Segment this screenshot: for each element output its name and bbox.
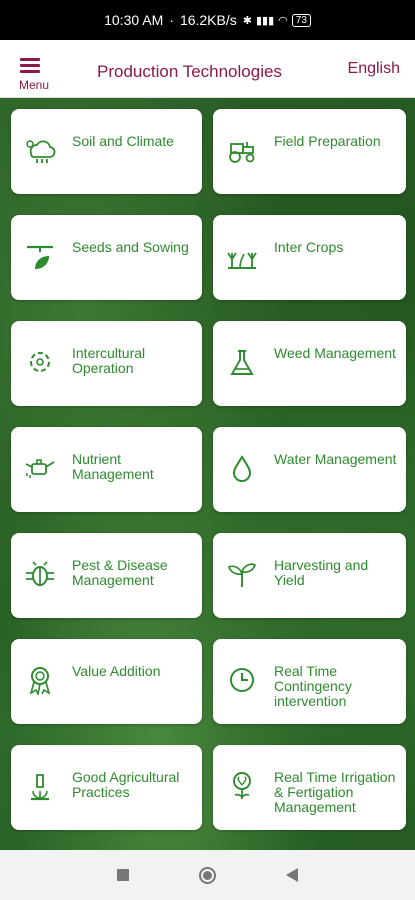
tile-inter-crops[interactable]: Inter Crops (213, 215, 406, 300)
tile-weed-management[interactable]: Weed Management (213, 321, 406, 406)
inter-crops-icon (225, 241, 259, 271)
microscope-icon (23, 771, 57, 801)
home-button[interactable] (199, 866, 216, 884)
content-area: Soil and Climate Field Preparation Seeds a… (0, 98, 415, 850)
award-icon (23, 665, 57, 697)
battery-icon: 73 (291, 13, 311, 27)
recents-button[interactable] (117, 869, 129, 881)
tile-label: Inter Crops (274, 239, 344, 255)
status-bar: 10:30 AM · 16.2KB/s ✱ ▮▮▮ ◠ 73 (0, 0, 415, 40)
seed-sowing-icon (23, 241, 57, 271)
tile-water-management[interactable]: Water Management (213, 427, 406, 512)
wifi-icon: ◠ (278, 14, 288, 27)
tile-label: Real Time Contingency intervention (274, 663, 352, 709)
tile-real-time-contingency-intervention[interactable]: Real Time Contingency intervention (213, 639, 406, 724)
tile-label: Pest & Disease Management (72, 557, 168, 588)
tile-good-agricultural-practices[interactable]: Good Agricultural Practices (11, 745, 202, 830)
soil-climate-icon (23, 135, 57, 165)
tractor-icon (225, 135, 259, 165)
tile-label: Value Addition (72, 663, 161, 679)
tile-label: Harvesting and Yield (274, 557, 369, 588)
bluetooth-icon: ✱ (242, 14, 252, 27)
tile-label: Weed Management (274, 345, 396, 361)
status-icons: ✱ ▮▮▮ ◠ 73 (242, 13, 311, 27)
bug-icon (23, 559, 57, 589)
intercultural-icon (23, 347, 57, 377)
tile-value-addition[interactable]: Value Addition (11, 639, 202, 724)
sprout-icon (225, 559, 259, 589)
system-nav-bar (0, 850, 415, 900)
status-time: 10:30 AM (104, 12, 164, 28)
language-button[interactable]: English (348, 60, 400, 78)
tile-nutrient-management[interactable]: Nutrient Management (11, 427, 202, 512)
tile-field-preparation[interactable]: Field Preparation (213, 109, 406, 194)
tile-label: Field Preparation (274, 133, 381, 149)
signal-icon: ▮▮▮ (255, 14, 275, 27)
tile-label: Good Agricultural Practices (72, 769, 180, 800)
category-grid: Soil and Climate Field Preparation Seeds a… (11, 109, 406, 830)
status-dot: · (169, 12, 174, 28)
back-button[interactable] (286, 868, 298, 882)
tile-label: Water Management (274, 451, 397, 467)
tile-seeds-and-sowing[interactable]: Seeds and Sowing (11, 215, 202, 300)
tile-pest-disease-management[interactable]: Pest & Disease Management (11, 533, 202, 618)
app-bar: Menu Production Technologies English (0, 40, 415, 98)
tile-label: Intercultural Operation (72, 345, 146, 376)
tile-label: Soil and Climate (72, 133, 174, 149)
status-speed: 16.2KB/s (179, 12, 237, 28)
nutrient-can-icon (23, 453, 57, 483)
menu-label: Menu (19, 78, 50, 92)
flask-icon (225, 347, 259, 377)
hamburger-icon (20, 58, 40, 73)
tile-label: Nutrient Management (72, 451, 154, 482)
tile-soil-and-climate[interactable]: Soil and Climate (11, 109, 202, 194)
page-title: Production Technologies (97, 62, 282, 81)
water-drop-icon (225, 453, 259, 483)
tile-harvesting-and-yield[interactable]: Harvesting and Yield (213, 533, 406, 618)
tile-label: Seeds and Sowing (72, 239, 189, 255)
menu-button[interactable]: Menu (16, 58, 52, 92)
tile-real-time-irrigation-fertigation-management[interactable]: Real Time Irrigation & Fertigation Manag… (213, 745, 406, 830)
irrigation-icon (225, 771, 259, 801)
clock-icon (225, 665, 259, 695)
tile-label: Real Time Irrigation & Fertigation Manag… (274, 769, 396, 815)
tile-intercultural-operation[interactable]: Intercultural Operation (11, 321, 202, 406)
